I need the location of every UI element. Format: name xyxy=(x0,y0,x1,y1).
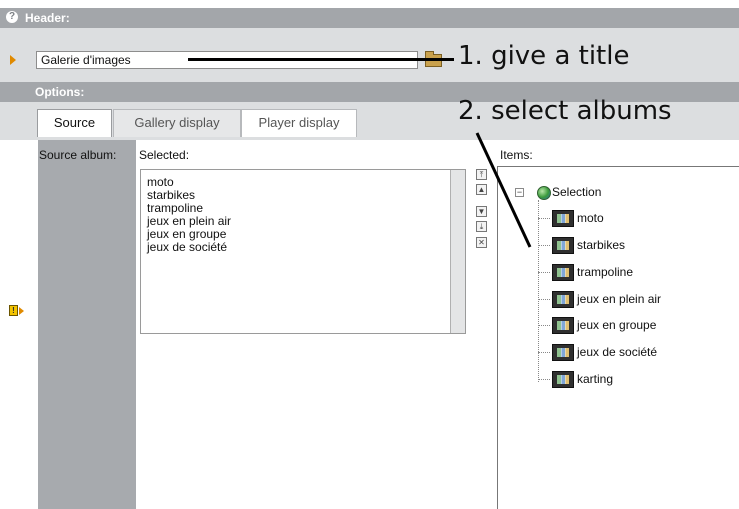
warning-arrow-icon xyxy=(19,307,24,315)
annotation-arrow-line-2 xyxy=(475,132,532,248)
warning-icon: ! xyxy=(9,305,18,316)
